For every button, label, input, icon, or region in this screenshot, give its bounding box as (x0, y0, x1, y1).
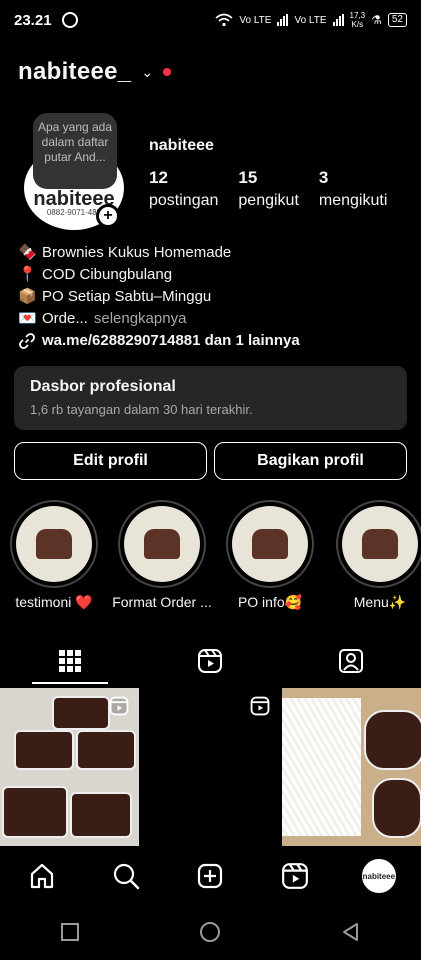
bio-text: PO Setiap Sabtu–Minggu (42, 288, 212, 305)
bottom-navigation: nabiteee (0, 848, 421, 904)
whatsapp-icon (61, 12, 78, 28)
bio-text: COD Cibungbulang (42, 266, 173, 283)
signal-icon (277, 14, 289, 26)
link-icon (19, 333, 35, 349)
username-switcher[interactable]: nabiteee_ (18, 58, 131, 86)
pin-icon: 📍 (18, 266, 37, 283)
highlight-item[interactable]: testimoni ❤️ (2, 500, 106, 611)
story-highlights: testimoni ❤️ Format Order ... PO info🥰 M… (0, 500, 421, 620)
signal-icon (332, 14, 344, 26)
profile-stats: 12 postingan 15 pengikut 3 mengikuti (149, 168, 407, 210)
grid-icon (59, 650, 82, 672)
tab-posts-grid[interactable] (0, 638, 140, 684)
highlight-item[interactable]: Menu✨ (328, 500, 421, 611)
reels-icon (109, 696, 129, 716)
nav-profile[interactable]: nabiteee (357, 854, 401, 898)
display-name: nabiteee (149, 137, 214, 154)
stat-following[interactable]: 3 mengikuti (319, 168, 387, 210)
profile-tabs (0, 638, 421, 684)
bio-text: Brownies Kukus Homemade (42, 244, 232, 261)
notification-dot (163, 68, 172, 76)
brownie-sticker-icon (232, 506, 308, 582)
nav-home[interactable] (20, 854, 64, 898)
system-navigation (0, 904, 421, 960)
back-icon[interactable] (341, 922, 361, 942)
speed-unit: K/s (351, 20, 364, 29)
highlight-label: Format Order ... (112, 594, 212, 610)
bio-line: 📍 COD Cibungbulang (18, 264, 413, 286)
highlight-ring (10, 500, 98, 588)
add-story-icon[interactable]: + (96, 204, 120, 228)
bio-line: 🍫 Brownies Kukus Homemade (18, 242, 413, 264)
package-icon: 📦 (18, 288, 37, 305)
highlight-label: testimoni ❤️ (15, 594, 93, 610)
nav-reels[interactable] (273, 854, 317, 898)
wifi-icon (215, 13, 233, 27)
network-label-2: Vo LTE (294, 14, 327, 26)
bio-link[interactable]: wa.me/6288290714881 dan 1 lainnya (42, 330, 300, 352)
reels-icon (250, 696, 270, 716)
brownie-sticker-icon (342, 506, 418, 582)
highlight-ring (336, 500, 421, 588)
stat-value: 12 (149, 168, 168, 187)
speed-value: 17,3 (349, 11, 366, 20)
posts-grid (0, 688, 421, 846)
status-right: Vo LTE Vo LTE 17,3 K/s ⚗ 52 (215, 11, 407, 29)
nav-search[interactable] (104, 854, 148, 898)
network-label-1: Vo LTE (239, 14, 272, 26)
love-letter-icon: 💌 (18, 310, 37, 327)
highlight-label: PO info🥰 (237, 594, 303, 610)
note-bubble[interactable]: Apa yang ada dalam daftar putar And... (33, 113, 117, 189)
tab-tagged[interactable] (281, 638, 421, 684)
stat-label: pengikut (238, 192, 299, 209)
stat-value: 15 (238, 168, 258, 187)
dashboard-title: Dasbor profesional (30, 378, 176, 395)
professional-dashboard[interactable]: Dasbor profesional 1,6 rb tayangan dalam… (14, 366, 407, 430)
share-profile-button[interactable]: Bagikan profil (214, 442, 407, 480)
see-more-link[interactable]: selengkapnya (94, 308, 187, 330)
flask-icon: ⚗ (371, 13, 382, 27)
network-speed: 17,3 K/s (350, 11, 366, 29)
profile-avatar-small: nabiteee (361, 859, 396, 893)
highlight-ring (118, 500, 206, 588)
post-thumbnail[interactable] (0, 688, 139, 846)
recents-icon[interactable] (60, 922, 80, 942)
dashboard-subtitle: 1,6 rb tayangan dalam 30 hari terakhir. (30, 402, 253, 417)
bio-line: 💌 Orde... selengkapnya (18, 308, 413, 330)
reels-icon (281, 863, 308, 889)
battery-icon: 52 (387, 13, 407, 27)
home-circle-icon[interactable] (199, 921, 221, 943)
status-bar: 23.21 Vo LTE Vo LTE 17,3 K/s ⚗ 52 (0, 0, 421, 40)
highlight-item[interactable]: PO info🥰 (218, 500, 322, 611)
brownie-sticker-icon (16, 506, 92, 582)
create-icon (198, 863, 223, 889)
bio-line: 📦 PO Setiap Sabtu–Minggu (18, 286, 413, 308)
reels-icon (198, 649, 223, 673)
highlight-item[interactable]: Format Order ... (110, 500, 214, 610)
stat-value: 3 (318, 168, 329, 187)
stat-label: postingan (149, 192, 219, 209)
nav-create[interactable] (188, 854, 232, 898)
chocolate-icon: 🍫 (18, 244, 37, 261)
status-time: 23.21 (14, 11, 52, 29)
home-icon (30, 863, 54, 889)
active-tab-indicator (32, 682, 108, 684)
chevron-down-icon[interactable]: ⌄ (141, 64, 153, 81)
stat-label: mengikuti (318, 192, 388, 209)
bio-text: Orde... (42, 310, 88, 327)
stat-posts[interactable]: 12 postingan (149, 168, 218, 210)
search-icon (114, 863, 140, 890)
stat-followers[interactable]: 15 pengikut (238, 168, 299, 210)
brownie-sticker-icon (124, 506, 200, 582)
highlight-ring (226, 500, 314, 588)
bio-link-row[interactable]: wa.me/6288290714881 dan 1 lainnya (18, 330, 413, 352)
highlight-label: Menu✨ (353, 594, 407, 610)
bio: 🍫 Brownies Kukus Homemade 📍 COD Cibungbula… (18, 242, 413, 352)
edit-profile-button[interactable]: Edit profil (14, 442, 207, 480)
post-thumbnail[interactable] (282, 688, 421, 846)
profile-header: nabiteee_ ⌄ (18, 58, 172, 86)
tagged-icon (338, 649, 363, 673)
post-thumbnail[interactable] (141, 688, 280, 846)
tab-reels[interactable] (140, 638, 280, 684)
